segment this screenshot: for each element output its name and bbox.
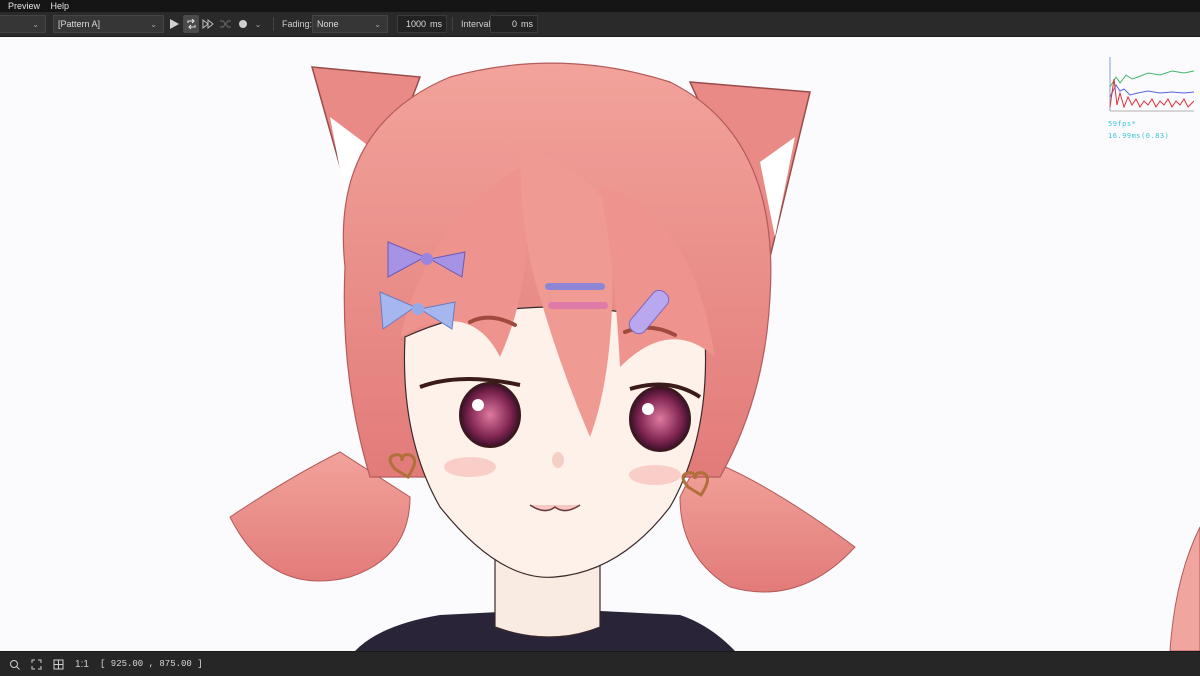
- chevron-down-icon: ⌄: [150, 19, 157, 29]
- chevron-down-icon: ⌄: [374, 19, 381, 29]
- performance-overlay: 59fps* 16.99ms(0.83): [1108, 57, 1196, 142]
- duration-unit: ms: [430, 19, 442, 29]
- fading-value: None: [317, 19, 339, 29]
- hairclip-top: [545, 283, 605, 290]
- left-blush: [444, 457, 496, 477]
- fit-icon: [31, 659, 41, 669]
- toolbar-divider: [452, 17, 453, 31]
- duration-field[interactable]: 1000 ms: [397, 15, 447, 33]
- step-forward-icon: [202, 19, 214, 29]
- interval-label: Interval:: [461, 19, 494, 29]
- record-options-dropdown[interactable]: ⌄: [252, 15, 264, 33]
- loop-icon: [186, 19, 196, 29]
- toolbar: ⌄ [Pattern A] ⌄ ⌄ Fading: None ⌄ 1000 ms…: [0, 12, 1200, 37]
- frame-icon: [53, 659, 63, 669]
- interval-unit: ms: [521, 19, 533, 29]
- chevron-down-icon: ⌄: [32, 19, 39, 29]
- shuffle-icon: [219, 20, 231, 28]
- fps-graph: [1109, 57, 1195, 112]
- left-eye: [459, 382, 521, 448]
- menu-help[interactable]: Help: [47, 0, 74, 12]
- interval-field[interactable]: 0 ms: [490, 15, 538, 33]
- shuffle-button[interactable]: [217, 15, 233, 33]
- zoom-button[interactable]: [6, 656, 22, 672]
- fps-readout: 59fps*: [1108, 120, 1137, 128]
- right-eye: [629, 386, 691, 452]
- menu-preview[interactable]: Preview: [4, 0, 44, 12]
- play-button[interactable]: [166, 15, 182, 33]
- tail: [1169, 526, 1200, 651]
- preview-canvas[interactable]: 59fps* 16.99ms(0.83): [0, 37, 1200, 651]
- nose: [552, 452, 564, 468]
- right-eye-highlight: [642, 403, 654, 415]
- duration-value: 1000: [405, 19, 426, 29]
- cursor-coordinates: [ 925.00 , 875.00 ]: [100, 659, 203, 669]
- fading-dropdown[interactable]: None ⌄: [312, 15, 388, 33]
- purple-bow-knot: [421, 253, 433, 265]
- pattern-dropdown[interactable]: [Pattern A] ⌄: [53, 15, 164, 33]
- loop-button[interactable]: [183, 15, 199, 33]
- record-button[interactable]: [235, 15, 251, 33]
- model-dropdown[interactable]: ⌄: [0, 15, 46, 33]
- blue-bow-knot: [412, 303, 424, 315]
- pattern-value: [Pattern A]: [58, 19, 101, 29]
- status-bar: 1:1 [ 925.00 , 875.00 ]: [0, 651, 1200, 676]
- play-icon: [170, 19, 179, 29]
- toolbar-divider: [273, 17, 274, 31]
- interval-value: 0: [511, 19, 517, 29]
- record-icon: [239, 20, 247, 28]
- right-blush: [629, 465, 681, 485]
- step-forward-button[interactable]: [200, 15, 216, 33]
- menu-bar: Preview Help: [0, 0, 1200, 12]
- character-model: [229, 62, 1200, 651]
- left-eye-highlight: [472, 399, 484, 411]
- zoom-icon: [9, 659, 20, 670]
- frame-time-readout: 16.99ms(0.83): [1108, 132, 1170, 140]
- chevron-down-icon: ⌄: [254, 19, 262, 29]
- frame-button[interactable]: [50, 656, 66, 672]
- fading-label: Fading:: [282, 19, 313, 29]
- actual-size-button[interactable]: 1:1: [72, 656, 92, 672]
- hairclip-bottom: [548, 302, 608, 309]
- fit-button[interactable]: [28, 656, 44, 672]
